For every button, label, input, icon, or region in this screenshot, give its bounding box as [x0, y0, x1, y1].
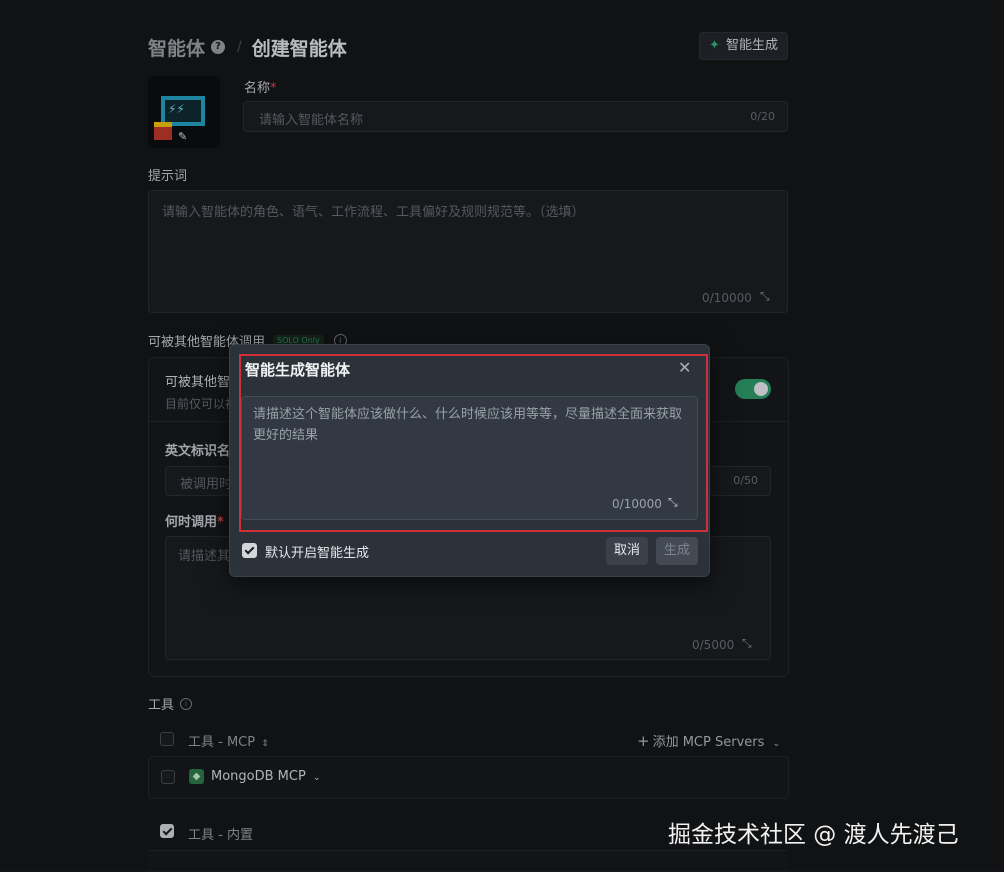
default-on-checkbox[interactable] — [242, 543, 257, 558]
annotation-highlight — [239, 354, 708, 532]
generate-button[interactable]: 生成 — [656, 537, 698, 565]
default-on-label[interactable]: 默认开启智能生成 — [265, 542, 369, 561]
cancel-button[interactable]: 取消 — [606, 537, 648, 565]
watermark: 掘金技术社区 @ 渡人先渡己 — [668, 822, 959, 848]
